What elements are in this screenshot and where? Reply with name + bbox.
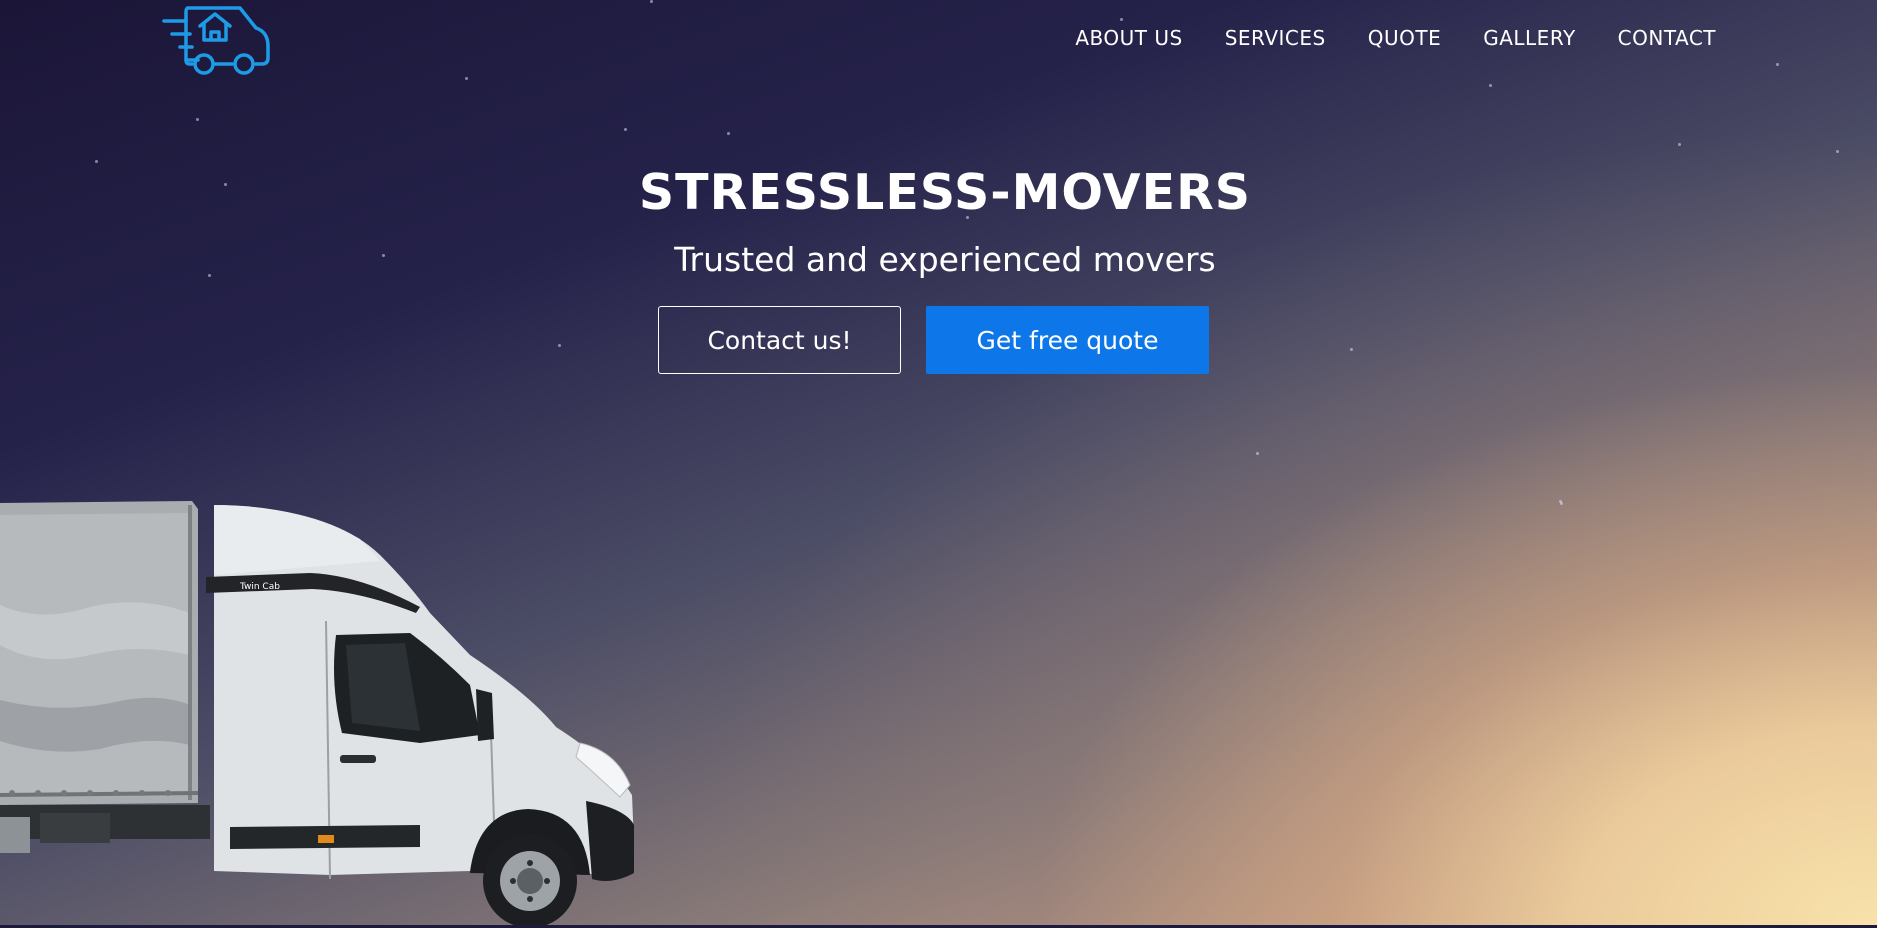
- star: [650, 0, 653, 3]
- moving-truck-image: Twin Cab: [0, 501, 634, 925]
- star: [1560, 502, 1563, 505]
- get-free-quote-button[interactable]: Get free quote: [926, 306, 1209, 374]
- nav-services[interactable]: SERVICES: [1225, 26, 1326, 50]
- page-title: STRESSLESS-MOVERS: [638, 164, 1252, 221]
- star: [465, 77, 468, 80]
- star: [1489, 84, 1492, 87]
- star: [1776, 63, 1779, 66]
- hero-section: ABOUT US SERVICES QUOTE GALLERY CONTACT …: [0, 0, 1877, 925]
- star: [1256, 452, 1259, 455]
- moving-truck-house-icon[interactable]: [160, 2, 272, 76]
- contact-us-button[interactable]: Contact us!: [658, 306, 901, 374]
- main-nav: ABOUT US SERVICES QUOTE GALLERY CONTACT: [1075, 26, 1716, 50]
- star: [624, 128, 627, 131]
- nav-quote[interactable]: QUOTE: [1368, 26, 1441, 50]
- star: [558, 344, 561, 347]
- star: [196, 118, 199, 121]
- star: [1678, 143, 1681, 146]
- star: [95, 160, 98, 163]
- star: [1836, 150, 1839, 153]
- hero-subtitle: Trusted and experienced movers: [674, 240, 1216, 279]
- truck-badge: Twin Cab: [239, 582, 280, 592]
- nav-about-us[interactable]: ABOUT US: [1075, 26, 1182, 50]
- nav-gallery[interactable]: GALLERY: [1483, 26, 1575, 50]
- star: [727, 132, 730, 135]
- star: [1350, 348, 1353, 351]
- star: [1120, 18, 1123, 21]
- nav-contact[interactable]: CONTACT: [1618, 26, 1716, 50]
